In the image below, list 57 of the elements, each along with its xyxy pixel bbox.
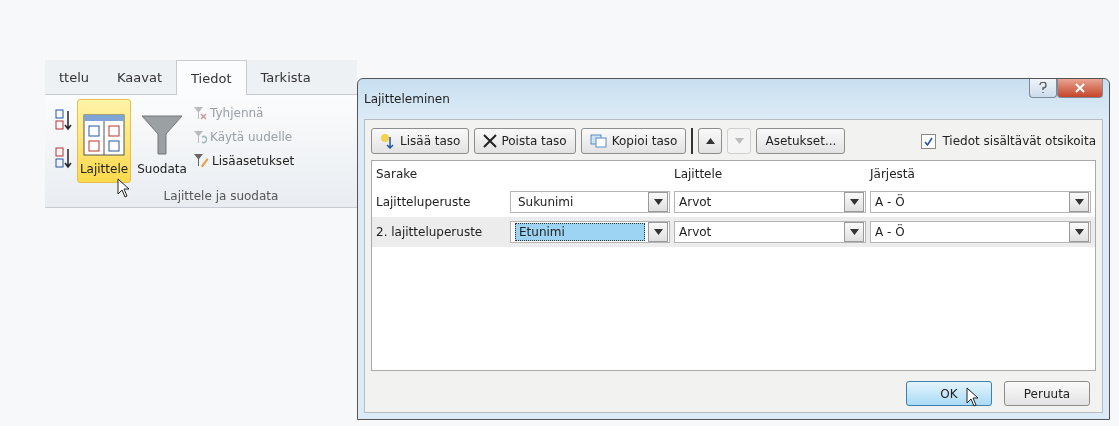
dialog-title: Lajitteleminen	[364, 92, 450, 106]
ribbon-button[interactable]: Lisäasetukset	[193, 151, 295, 171]
order-select[interactable]: A - Ö	[870, 221, 1091, 243]
level-label: 2. lajitteluperuste	[376, 225, 484, 239]
copy-icon	[589, 134, 608, 148]
ok-button[interactable]: OK	[906, 381, 992, 406]
dropdown-icon	[1074, 229, 1084, 235]
dropdown-icon	[653, 229, 663, 235]
delete-level-button[interactable]: Poista taso	[474, 128, 576, 154]
group-label: Lajittele ja suodata	[163, 189, 279, 203]
funnel-icon	[140, 112, 184, 156]
help-button[interactable]	[1029, 79, 1057, 98]
reapply-filter-icon	[193, 130, 207, 144]
clear-filter-icon	[193, 106, 207, 120]
ribbon-tab[interactable]: Tarkista	[246, 60, 325, 94]
headers-checkbox[interactable]: Tiedot sisältävät otsikoita	[921, 133, 1096, 149]
ribbon-tab[interactable]: Kaavat	[103, 60, 177, 94]
close-icon	[1075, 83, 1085, 93]
up-arrow-icon	[705, 138, 715, 144]
sort-on-select[interactable]: Arvot	[674, 221, 866, 243]
column-header: Järjestä	[870, 167, 916, 181]
down-arrow-icon	[734, 138, 744, 144]
checkbox-label: Tiedot sisältävät otsikoita	[942, 134, 1096, 148]
column-header: Lajittele	[674, 167, 724, 181]
close-button[interactable]	[1057, 79, 1103, 98]
sort-button[interactable]: Lajittele	[77, 99, 131, 183]
dropdown-icon	[849, 199, 859, 205]
check-icon	[924, 136, 934, 146]
checkbox[interactable]	[921, 133, 937, 149]
sort-descending-icon[interactable]	[55, 147, 73, 169]
level-label: Lajitteluperuste	[376, 195, 472, 209]
delete-icon	[483, 134, 498, 148]
mouse-cursor-icon	[966, 387, 980, 407]
column-header: Sarake	[376, 167, 419, 181]
options-button[interactable]: Asetukset...	[756, 128, 846, 154]
column-select[interactable]: Sukunimi	[510, 191, 670, 213]
dropdown-icon	[1074, 199, 1084, 205]
sort-level-row[interactable]: 2. lajitteluperuste Etunimi Arvot A - Ö	[372, 217, 1095, 247]
dropdown-icon	[653, 199, 663, 205]
move-up-button[interactable]	[698, 128, 723, 154]
add-level-button[interactable]: Lisää taso	[371, 128, 470, 154]
cancel-button[interactable]: Peruuta	[1004, 381, 1090, 406]
order-select[interactable]: A - Ö	[870, 191, 1091, 213]
ribbon-tab[interactable]: ttelu	[45, 60, 104, 94]
help-icon	[1039, 82, 1047, 94]
dropdown-icon	[849, 229, 859, 235]
sort-on-select[interactable]: Arvot	[674, 191, 866, 213]
filter-pencil-icon	[193, 153, 209, 169]
sort-level-row[interactable]: Lajitteluperuste Sukunimi Arvot A - Ö	[372, 187, 1095, 217]
copy-level-button[interactable]: Kopioi taso	[580, 128, 687, 154]
filter-button[interactable]: Suodata	[135, 99, 189, 183]
sort-table-icon	[83, 114, 125, 156]
mouse-cursor-icon	[117, 178, 131, 198]
ribbon-tab[interactable]: Tiedot	[176, 60, 247, 95]
sort-ascending-icon[interactable]	[55, 109, 73, 131]
add-level-icon	[380, 133, 396, 149]
column-select[interactable]: Etunimi	[510, 221, 670, 243]
